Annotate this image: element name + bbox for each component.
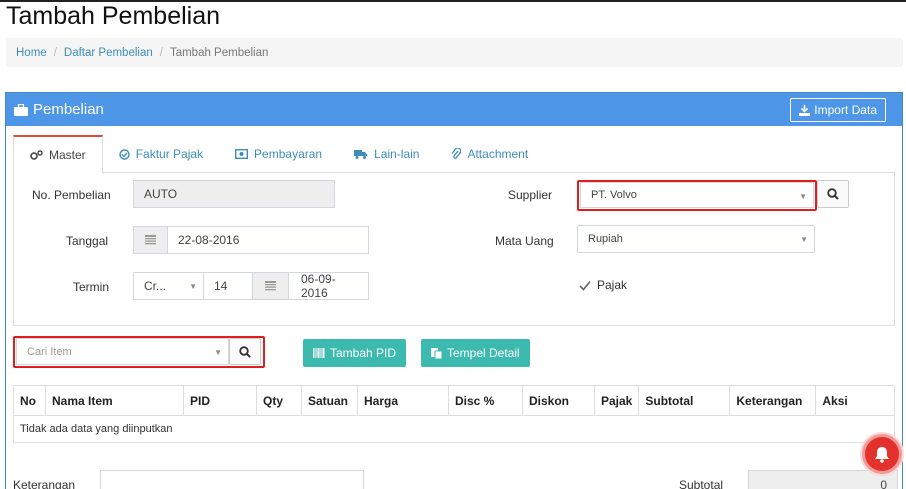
paste-icon bbox=[431, 348, 442, 359]
tab-master[interactable]: Master bbox=[13, 135, 103, 174]
column-header: Satuan bbox=[301, 385, 358, 416]
caret-down-icon: ▼ bbox=[799, 192, 807, 201]
tab-label: Attachment bbox=[467, 147, 529, 161]
panel-title: Pembelian bbox=[14, 101, 104, 118]
keterangan-label: Keterangan bbox=[13, 478, 76, 489]
breadcrumb-daftar-pembelian[interactable]: Daftar Pembelian bbox=[64, 47, 153, 59]
panel-header: Pembelian Import Data bbox=[6, 93, 902, 126]
calendar-icon[interactable] bbox=[252, 272, 289, 300]
column-header: Aksi bbox=[815, 385, 895, 416]
tab-faktur-pajak[interactable]: Faktur Pajak bbox=[103, 135, 219, 173]
pajak-label: Pajak bbox=[597, 278, 628, 292]
notification-bell-button[interactable] bbox=[862, 434, 902, 474]
empty-table-message: Tidak ada data yang diinputkan bbox=[13, 415, 895, 443]
paperclip-icon bbox=[451, 148, 462, 159]
item-search-select[interactable]: Cari Item ▼ bbox=[16, 338, 229, 365]
supplier-value: PT. Volvo bbox=[591, 189, 637, 201]
breadcrumb: Home / Daftar Pembelian / Tambah Pembeli… bbox=[6, 38, 903, 67]
import-data-button[interactable]: Import Data bbox=[790, 98, 886, 122]
column-header: No bbox=[13, 385, 46, 416]
tempel-detail-label: Tempel Detail bbox=[447, 346, 520, 360]
cogs-icon bbox=[30, 149, 43, 160]
table-row: Tidak ada data yang diinputkan bbox=[13, 415, 895, 443]
mata-uang-value: Rupiah bbox=[588, 233, 623, 245]
check-circle-icon bbox=[118, 148, 130, 160]
column-header: Qty bbox=[256, 385, 302, 416]
calendar-icon[interactable] bbox=[133, 226, 168, 254]
tambah-pid-label: Tambah PID bbox=[330, 346, 397, 360]
tab-label: Faktur Pajak bbox=[135, 147, 204, 161]
caret-down-icon: ▼ bbox=[214, 348, 222, 357]
barcode-icon bbox=[313, 348, 325, 358]
briefcase-icon bbox=[14, 103, 28, 116]
import-data-label: Import Data bbox=[814, 103, 877, 117]
termin-due-date-input[interactable]: 06-09-2016 bbox=[288, 272, 369, 300]
column-header: Diskon bbox=[522, 385, 595, 416]
tab-pembayaran[interactable]: Pembayaran bbox=[219, 135, 338, 173]
column-header: Harga bbox=[357, 385, 449, 416]
keterangan-input[interactable] bbox=[100, 470, 364, 489]
column-header: Subtotal bbox=[638, 385, 731, 416]
item-search-placeholder: Cari Item bbox=[27, 345, 72, 358]
tab-bar: Master Faktur Pajak Pembayaran Lain-lain… bbox=[13, 135, 895, 174]
tab-label: Lain-lain bbox=[374, 147, 420, 161]
column-header: Keterangan bbox=[729, 385, 817, 416]
item-search-button[interactable] bbox=[229, 338, 261, 365]
download-icon bbox=[799, 104, 811, 116]
termin-days-input[interactable]: 14 bbox=[203, 272, 253, 300]
items-table: No Nama Item PID Qty Satuan Harga Disc %… bbox=[13, 385, 895, 443]
termin-type-value: Cr... bbox=[144, 279, 167, 293]
pajak-checkbox[interactable]: Pajak bbox=[579, 278, 627, 292]
tab-label: Master bbox=[49, 148, 86, 162]
table-header-row: No Nama Item PID Qty Satuan Harga Disc %… bbox=[13, 385, 895, 416]
tambah-pid-button[interactable]: Tambah PID bbox=[303, 339, 407, 367]
mata-uang-label: Mata Uang bbox=[495, 234, 554, 248]
breadcrumb-home[interactable]: Home bbox=[16, 47, 47, 59]
panel-title-text: Pembelian bbox=[33, 101, 104, 118]
money-icon bbox=[235, 149, 249, 159]
caret-down-icon: ▼ bbox=[800, 235, 808, 244]
no-pembelian-label: No. Pembelian bbox=[32, 188, 111, 202]
search-icon bbox=[827, 188, 839, 200]
column-header: Disc % bbox=[448, 385, 523, 416]
pembelian-panel: Pembelian Import Data Master Faktur Paja… bbox=[5, 92, 903, 489]
column-header: Pajak bbox=[593, 385, 640, 416]
mata-uang-select[interactable]: Rupiah ▼ bbox=[577, 225, 815, 253]
supplier-label: Supplier bbox=[508, 188, 553, 202]
termin-label: Termin bbox=[73, 280, 110, 294]
caret-down-icon: ▼ bbox=[189, 282, 197, 291]
tanggal-input[interactable]: 22-08-2016 bbox=[167, 226, 369, 254]
breadcrumb-current: Tambah Pembelian bbox=[169, 46, 269, 59]
tempel-detail-button[interactable]: Tempel Detail bbox=[421, 339, 530, 367]
tanggal-label: Tanggal bbox=[66, 234, 109, 248]
checkmark-icon bbox=[579, 280, 591, 291]
column-header: PID bbox=[183, 385, 257, 416]
breadcrumb-separator: / bbox=[159, 46, 163, 59]
subtotal-label: Subtotal bbox=[679, 478, 724, 489]
breadcrumb-separator: / bbox=[53, 46, 57, 59]
bell-icon bbox=[875, 446, 889, 463]
supplier-search-button[interactable] bbox=[817, 180, 849, 208]
page-title: Tambah Pembelian bbox=[6, 2, 221, 30]
truck-icon bbox=[354, 150, 368, 159]
tab-attachment[interactable]: Attachment bbox=[435, 135, 544, 173]
tab-lain-lain[interactable]: Lain-lain bbox=[338, 135, 435, 173]
supplier-select[interactable]: PT. Volvo ▼ bbox=[580, 182, 814, 208]
tab-label: Pembayaran bbox=[254, 147, 323, 161]
termin-type-select[interactable]: Cr... ▼ bbox=[133, 272, 204, 300]
search-icon bbox=[239, 345, 251, 358]
column-header: Nama Item bbox=[45, 385, 184, 416]
no-pembelian-field: AUTO bbox=[133, 180, 335, 208]
